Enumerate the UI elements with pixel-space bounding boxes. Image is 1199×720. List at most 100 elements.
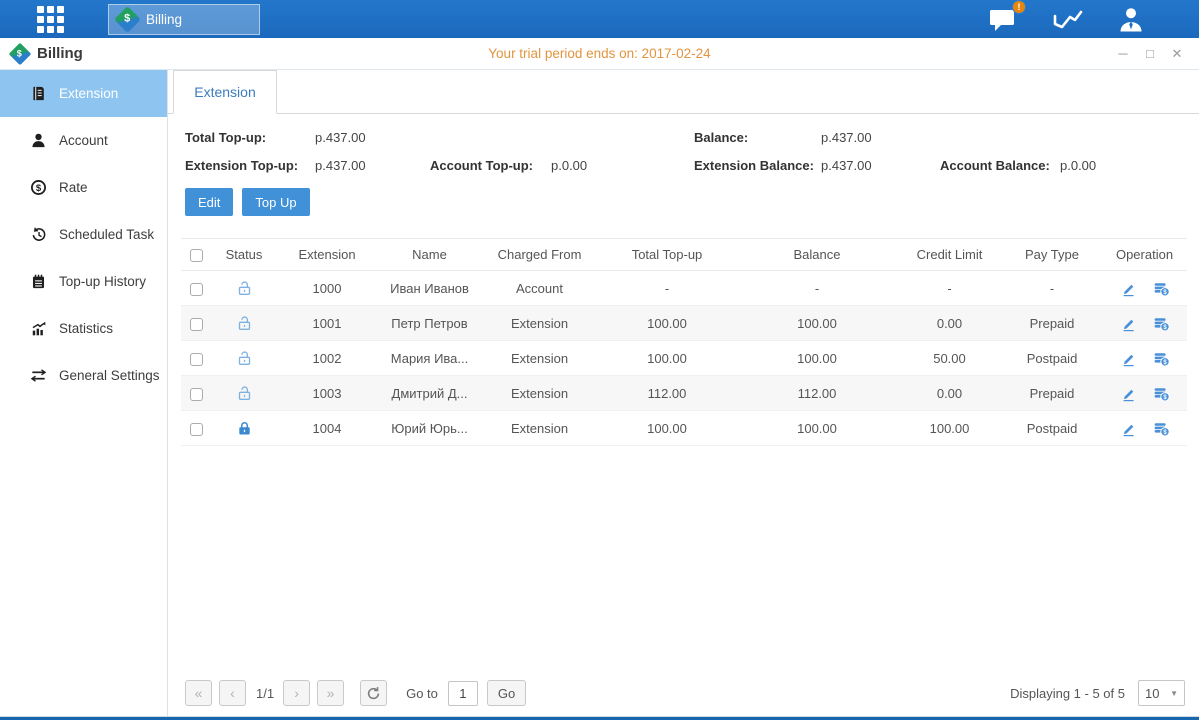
cell-operation: $ [1102, 376, 1187, 411]
pagination-bar: « ‹ 1/1 › » Go to Go Displaying 1 - 5 of… [168, 680, 1199, 716]
notification-badge: ! [1012, 0, 1026, 14]
page-size-value: 10 [1145, 686, 1159, 701]
total-topup-label: Total Top-up: [185, 130, 315, 145]
col-header-charged-from: Charged From [482, 239, 597, 271]
tab-extension[interactable]: Extension [173, 70, 277, 114]
window-controls: ─ □ ✕ [1116, 46, 1184, 62]
cell-total-topup: 100.00 [597, 411, 737, 446]
account-topup-label: Account Top-up: [430, 158, 551, 173]
cell-total-topup: - [597, 271, 737, 306]
extensions-table: StatusExtensionNameCharged FromTotal Top… [181, 238, 1187, 446]
summary-panel: Total Top-up: p.437.00 Balance: p.437.00… [168, 114, 1199, 173]
sidebar-item-account[interactable]: Account [0, 117, 167, 164]
top-up-coins-icon[interactable]: $ [1153, 280, 1170, 297]
sidebar-item-label: Scheduled Task [59, 227, 154, 242]
cell-balance: 100.00 [737, 341, 897, 376]
cell-pay-type: Prepaid [1002, 306, 1102, 341]
app-grid-button[interactable] [37, 6, 64, 33]
top-up-coins-icon[interactable]: $ [1153, 350, 1170, 367]
row-checkbox[interactable] [190, 318, 203, 331]
lock-closed-icon [236, 420, 253, 437]
rate-dollar-icon: $ [30, 179, 47, 196]
row-checkbox[interactable] [190, 388, 203, 401]
app-body: Extension Account $ Rate Scheduled Task Top-u… [0, 70, 1199, 716]
cell-select [181, 376, 211, 411]
taskbar-tab-billing[interactable]: $ Billing [108, 4, 260, 35]
go-button[interactable]: Go [487, 680, 526, 706]
cell-pay-type: Prepaid [1002, 376, 1102, 411]
cell-charged-from: Extension [482, 341, 597, 376]
sidebar-item-statistics[interactable]: Statistics [0, 305, 167, 352]
edit-pencil-icon[interactable] [1120, 385, 1137, 402]
edit-pencil-icon[interactable] [1120, 350, 1137, 367]
sidebar-item-label: Rate [59, 180, 88, 195]
balance-value: p.437.00 [821, 130, 940, 145]
cell-pay-type: - [1002, 271, 1102, 306]
col-header-balance: Balance [737, 239, 897, 271]
extension-topup-label: Extension Top-up: [185, 158, 315, 173]
row-checkbox[interactable] [190, 423, 203, 436]
cell-select [181, 271, 211, 306]
edit-button[interactable]: Edit [185, 188, 233, 216]
sidebar-item-label: Statistics [59, 321, 113, 336]
table-row: 1003Дмитрий Д...Extension112.00112.000.0… [181, 376, 1187, 411]
last-page-button[interactable]: » [317, 680, 344, 706]
prev-page-button[interactable]: ‹ [219, 680, 246, 706]
maximize-button[interactable]: □ [1143, 46, 1157, 62]
notifications-icon[interactable]: ! [988, 6, 1019, 32]
sidebar-item-label: Account [59, 133, 108, 148]
next-page-button[interactable]: › [283, 680, 310, 706]
trial-notice: Your trial period ends on: 2017-02-24 [0, 46, 1199, 61]
first-page-button[interactable]: « [185, 680, 212, 706]
sidebar-item-rate[interactable]: $ Rate [0, 164, 167, 211]
sidebar-item-general-settings[interactable]: General Settings [0, 352, 167, 399]
edit-pencil-icon[interactable] [1120, 420, 1137, 437]
svg-text:$: $ [36, 183, 42, 194]
cell-operation: $ [1102, 341, 1187, 376]
top-up-coins-icon[interactable]: $ [1153, 385, 1170, 402]
sidebar-item-extension[interactable]: Extension [0, 70, 167, 117]
main-content: Extension Total Top-up: p.437.00 Balance… [168, 70, 1199, 716]
cell-status [211, 271, 277, 306]
table-row: 1002Мария Ива...Extension100.00100.0050.… [181, 341, 1187, 376]
table-row: 1004Юрий Юрь...Extension100.00100.00100.… [181, 411, 1187, 446]
select-all-checkbox[interactable] [190, 249, 203, 262]
cell-balance: 100.00 [737, 411, 897, 446]
billing-window-icon: $ [9, 42, 32, 65]
sliders-icon [30, 367, 47, 384]
cell-name: Иван Иванов [377, 271, 482, 306]
sidebar-item-top-up-history[interactable]: Top-up History [0, 258, 167, 305]
top-up-button[interactable]: Top Up [242, 188, 309, 216]
top-up-coins-icon[interactable]: $ [1153, 315, 1170, 332]
goto-label: Go to [406, 686, 438, 701]
taskbar-tab-label: Billing [146, 12, 182, 27]
edit-pencil-icon[interactable] [1120, 315, 1137, 332]
sidebar: Extension Account $ Rate Scheduled Task Top-u… [0, 70, 168, 716]
cell-operation: $ [1102, 306, 1187, 341]
statistics-chart-icon[interactable] [1052, 7, 1084, 32]
cell-extension: 1002 [277, 341, 377, 376]
col-header-operation: Operation [1102, 239, 1187, 271]
page-size-select[interactable]: 10 ▼ [1138, 680, 1185, 706]
user-account-icon[interactable] [1117, 6, 1145, 32]
row-checkbox[interactable] [190, 353, 203, 366]
edit-pencil-icon[interactable] [1120, 280, 1137, 297]
sidebar-item-scheduled-task[interactable]: Scheduled Task [0, 211, 167, 258]
cell-total-topup: 100.00 [597, 306, 737, 341]
cell-select [181, 306, 211, 341]
top-up-coins-icon[interactable]: $ [1153, 420, 1170, 437]
refresh-button[interactable] [360, 680, 387, 706]
extension-balance-label: Extension Balance: [694, 158, 821, 173]
billing-app-window: $ Billing ! $ Billing Your trial period … [0, 0, 1199, 720]
account-balance-value: p.0.00 [1060, 158, 1199, 173]
cell-credit-limit: 50.00 [897, 341, 1002, 376]
close-button[interactable]: ✕ [1170, 46, 1184, 62]
minimize-button[interactable]: ─ [1116, 46, 1130, 62]
goto-page-input[interactable] [448, 681, 478, 706]
lock-open-icon [236, 385, 253, 402]
person-icon [30, 132, 47, 149]
cell-name: Дмитрий Д... [377, 376, 482, 411]
col-header-pay-type: Pay Type [1002, 239, 1102, 271]
cell-status [211, 306, 277, 341]
row-checkbox[interactable] [190, 283, 203, 296]
